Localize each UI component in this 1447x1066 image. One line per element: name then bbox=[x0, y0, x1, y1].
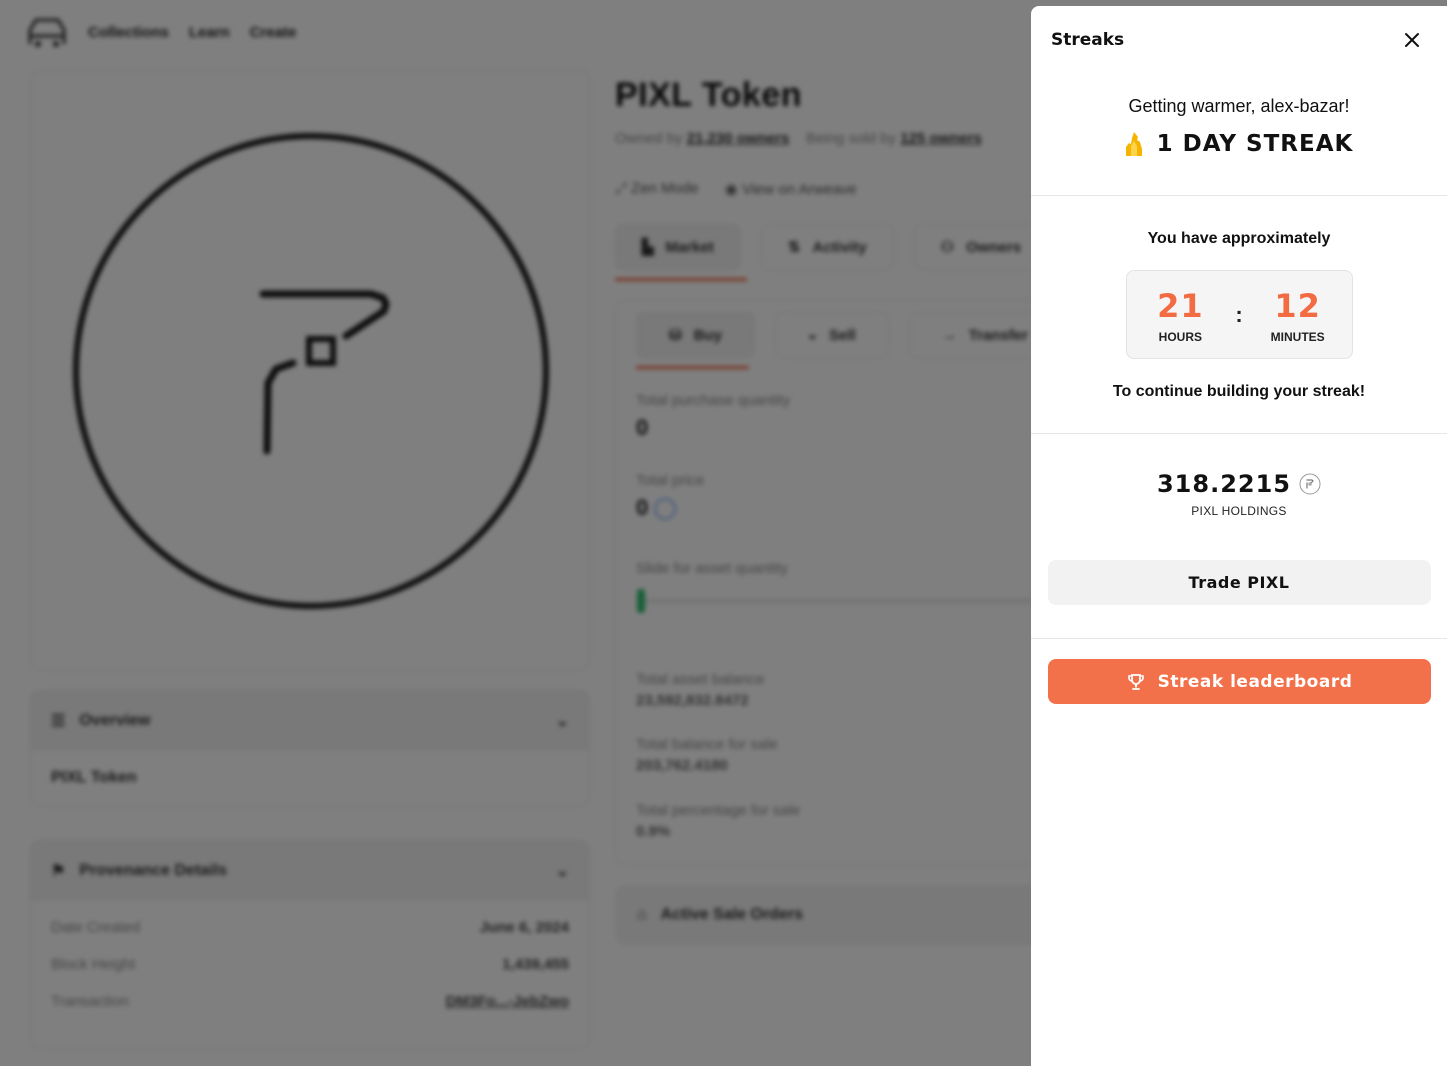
hours-unit: 21 HOURS bbox=[1145, 286, 1215, 344]
greeting-text: Getting warmer, alex-bazar! bbox=[1128, 96, 1350, 116]
trophy-icon bbox=[1127, 673, 1144, 690]
trade-pixl-button[interactable]: Trade PIXL bbox=[1047, 560, 1431, 605]
timer-section: You have approximately 21 HOURS : 12 MIN… bbox=[1031, 196, 1447, 434]
hours-value: 21 bbox=[1157, 286, 1204, 325]
minutes-value: 12 bbox=[1274, 286, 1321, 325]
pixl-token-icon bbox=[1299, 473, 1321, 495]
timer-separator: : bbox=[1235, 301, 1243, 327]
minutes-label: MINUTES bbox=[1270, 329, 1325, 344]
continue-text: To continue building your streak! bbox=[1112, 383, 1366, 400]
holdings-line: 318.2215 bbox=[1031, 470, 1447, 498]
streak-leaderboard-button[interactable]: Streak leaderboard bbox=[1047, 659, 1431, 704]
hours-label: HOURS bbox=[1158, 329, 1202, 344]
minutes-unit: 12 MINUTES bbox=[1263, 286, 1333, 344]
leaderboard-label: Streak leaderboard bbox=[1157, 671, 1353, 692]
drawer-title: Streaks bbox=[1051, 30, 1125, 50]
close-button[interactable] bbox=[1397, 25, 1427, 55]
approx-text: You have approximately bbox=[1147, 230, 1331, 247]
flame-icon bbox=[1125, 132, 1142, 156]
holdings-section: 318.2215 PIXL HOLDINGS Trade PIXL bbox=[1031, 434, 1447, 639]
holdings-label: PIXL HOLDINGS bbox=[1191, 504, 1287, 518]
close-icon bbox=[1405, 33, 1419, 47]
streak-line: 1 DAY STREAK bbox=[1031, 131, 1447, 157]
drawer-header: Streaks bbox=[1031, 6, 1447, 74]
streak-count: 1 DAY STREAK bbox=[1156, 131, 1354, 157]
countdown-timer: 21 HOURS : 12 MINUTES bbox=[1125, 270, 1353, 359]
greeting-section: Getting warmer, alex-bazar! 1 DAY STREAK bbox=[1031, 74, 1447, 196]
streaks-drawer: Streaks Getting warmer, alex-bazar! 1 DA… bbox=[1031, 6, 1447, 1066]
holdings-value: 318.2215 bbox=[1156, 470, 1291, 498]
